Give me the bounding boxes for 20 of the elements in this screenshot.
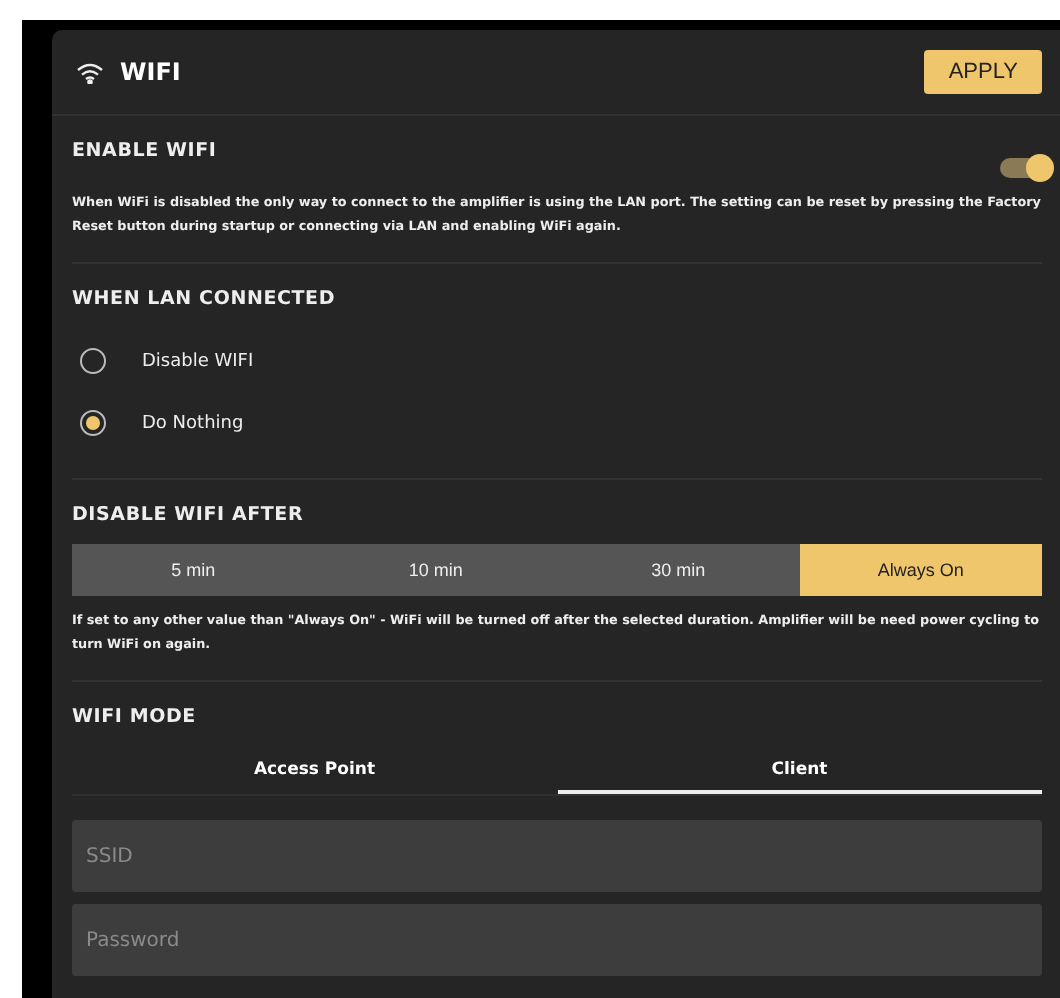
radio-label: Do Nothing [142, 413, 244, 433]
section-heading: ENABLE WIFI [72, 140, 219, 162]
enable-wifi-toggle[interactable] [1000, 158, 1052, 178]
section-heading: DISABLE WIFI AFTER [72, 504, 306, 526]
duration-option[interactable]: 30 min [557, 544, 800, 596]
radio-button[interactable] [80, 410, 106, 436]
apply-button[interactable]: APPLY [924, 50, 1042, 94]
duration-option[interactable]: 5 min [72, 544, 315, 596]
input-field[interactable]: Password [72, 904, 1042, 976]
input-field[interactable]: SSID [72, 820, 1042, 892]
mode-tab[interactable]: Client [557, 748, 1042, 794]
duration-option[interactable]: Always On [799, 544, 1042, 596]
radio-button[interactable] [80, 348, 106, 374]
panel-title: WIFI [120, 58, 181, 86]
mode-tab[interactable]: Access Point [72, 748, 557, 794]
wifi-icon [76, 61, 104, 83]
radio-label: Disable WIFI [142, 351, 254, 371]
section-heading: WHEN LAN CONNECTED [72, 288, 338, 310]
duration-option[interactable]: 10 min [314, 544, 557, 596]
section-heading: WIFI MODE [72, 706, 198, 728]
